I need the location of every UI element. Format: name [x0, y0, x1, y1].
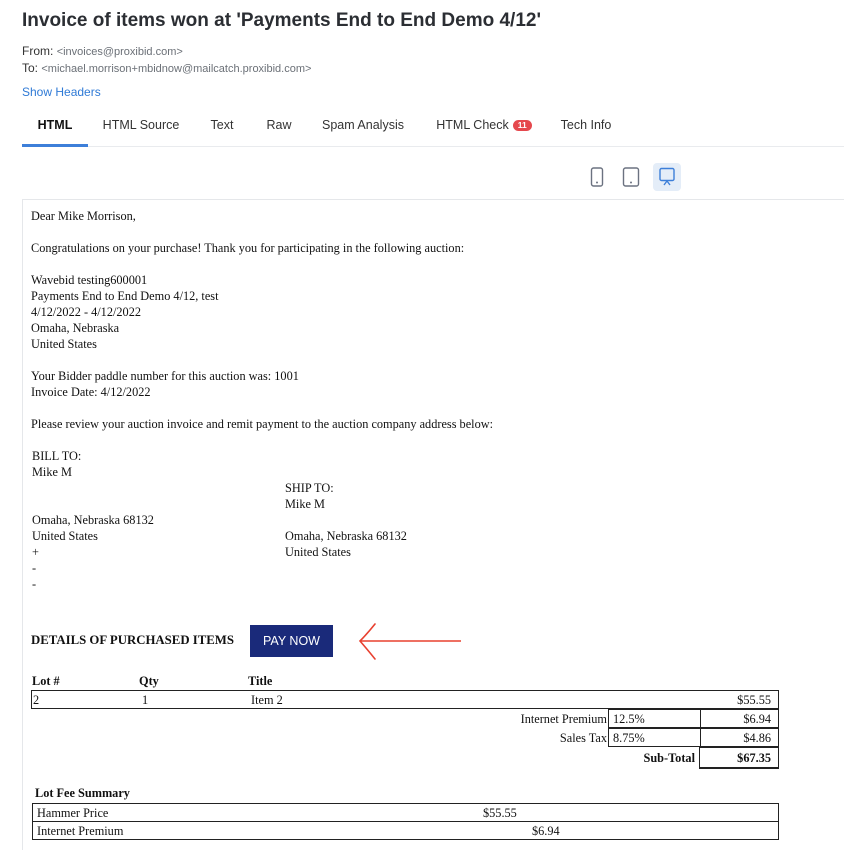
invoice-date: Invoice Date: 4/12/2022	[31, 385, 151, 399]
arrow-annotation-icon	[358, 623, 461, 660]
subtotal-label: Sub-Total	[643, 751, 696, 765]
item-qty: 1	[142, 693, 149, 707]
subtotal-cell: $67.35	[699, 747, 779, 769]
html-check-count-badge: 11	[512, 120, 532, 131]
tab-html-source[interactable]: HTML Source	[98, 110, 184, 144]
fee-amount: $6.94	[532, 824, 560, 838]
col-title: Title	[248, 674, 273, 688]
congrats-text: Congratulations on your purchase! Thank …	[31, 241, 465, 255]
fee-summary-heading: Lot Fee Summary	[35, 786, 130, 800]
tablet-icon	[622, 167, 640, 187]
col-qty: Qty	[139, 674, 159, 688]
premium-row: 12.5% $6.94	[608, 709, 779, 728]
premium-label: Internet Premium	[520, 712, 607, 726]
tax-rate: 8.75%	[613, 731, 645, 745]
email-html-preview: Dear Mike Morrison, Congratulations on y…	[22, 199, 844, 850]
tab-html-check-label: HTML Check	[436, 118, 509, 132]
ship-to-name: Mike M	[285, 497, 325, 511]
paddle-number: Your Bidder paddle number for this aucti…	[31, 369, 299, 383]
tab-text[interactable]: Text	[204, 110, 240, 144]
bill-to-label: BILL TO:	[32, 449, 82, 463]
bill-to-extra: +	[32, 545, 39, 559]
fee-amount: $55.55	[483, 806, 517, 820]
tab-html[interactable]: HTML	[22, 110, 88, 147]
from-value: <invoices@proxibid.com>	[56, 46, 183, 58]
bill-to-extra: -	[32, 561, 37, 575]
fee-label: Internet Premium	[37, 824, 124, 838]
auction-line: Omaha, Nebraska	[31, 321, 120, 335]
fee-row: Hammer Price $55.55	[32, 803, 779, 822]
pay-now-button[interactable]: PAY NOW	[250, 625, 333, 657]
bill-to-name: Mike M	[32, 465, 72, 479]
cell-divider	[700, 710, 701, 727]
subtotal-amount: $67.35	[737, 751, 771, 765]
item-title: Item 2	[251, 693, 283, 707]
premium-rate: 12.5%	[613, 712, 645, 726]
auction-line: 4/12/2022 - 4/12/2022	[31, 305, 141, 319]
fee-label: Hammer Price	[37, 806, 109, 820]
cell-divider	[700, 729, 701, 746]
details-heading: DETAILS OF PURCHASED ITEMS	[31, 633, 235, 647]
auction-line: Payments End to End Demo 4/12, test	[31, 289, 219, 303]
tab-raw[interactable]: Raw	[260, 110, 298, 144]
tab-html-check[interactable]: HTML Check 11	[428, 110, 540, 144]
fee-row: Internet Premium $6.94	[32, 821, 779, 840]
col-lot: Lot #	[32, 674, 60, 688]
ship-to-city: Omaha, Nebraska 68132	[285, 529, 407, 543]
to-label: To:	[22, 61, 39, 75]
greeting: Dear Mike Morrison,	[31, 209, 136, 223]
ship-to-label: SHIP TO:	[285, 481, 334, 495]
auction-line: Wavebid testing600001	[31, 273, 148, 287]
table-row: 2 1 Item 2 $55.55	[31, 690, 779, 709]
ship-to-country: United States	[285, 545, 351, 559]
bill-to-city: Omaha, Nebraska 68132	[32, 513, 154, 527]
desktop-icon	[659, 167, 675, 186]
to-line: To: <michael.morrison+mbidnow@mailcatch.…	[22, 61, 311, 75]
to-value: <michael.morrison+mbidnow@mailcatch.prox…	[41, 63, 312, 75]
tablet-view-button[interactable]	[617, 163, 645, 191]
review-text: Please review your auction invoice and r…	[31, 417, 494, 431]
tax-amount: $4.86	[743, 731, 771, 745]
bill-to-extra: -	[32, 577, 37, 591]
view-tabs: HTML HTML Source Text Raw Spam Analysis …	[22, 110, 844, 147]
item-lot: 2	[33, 693, 40, 707]
auction-line: United States	[31, 337, 97, 351]
tax-label: Sales Tax	[559, 731, 607, 745]
email-subject: Invoice of items won at 'Payments End to…	[22, 10, 541, 31]
from-line: From: <invoices@proxibid.com>	[22, 44, 183, 58]
from-label: From:	[22, 44, 54, 58]
tab-spam-analysis[interactable]: Spam Analysis	[318, 110, 408, 144]
mobile-icon	[590, 167, 604, 187]
show-headers-link[interactable]: Show Headers	[22, 85, 101, 99]
item-amount: $55.55	[737, 693, 771, 707]
tax-row: 8.75% $4.86	[608, 728, 779, 747]
bill-to-country: United States	[32, 529, 98, 543]
desktop-view-button[interactable]	[653, 163, 681, 191]
premium-amount: $6.94	[743, 712, 771, 726]
mobile-view-button[interactable]	[583, 163, 611, 191]
tab-tech-info[interactable]: Tech Info	[556, 110, 616, 144]
